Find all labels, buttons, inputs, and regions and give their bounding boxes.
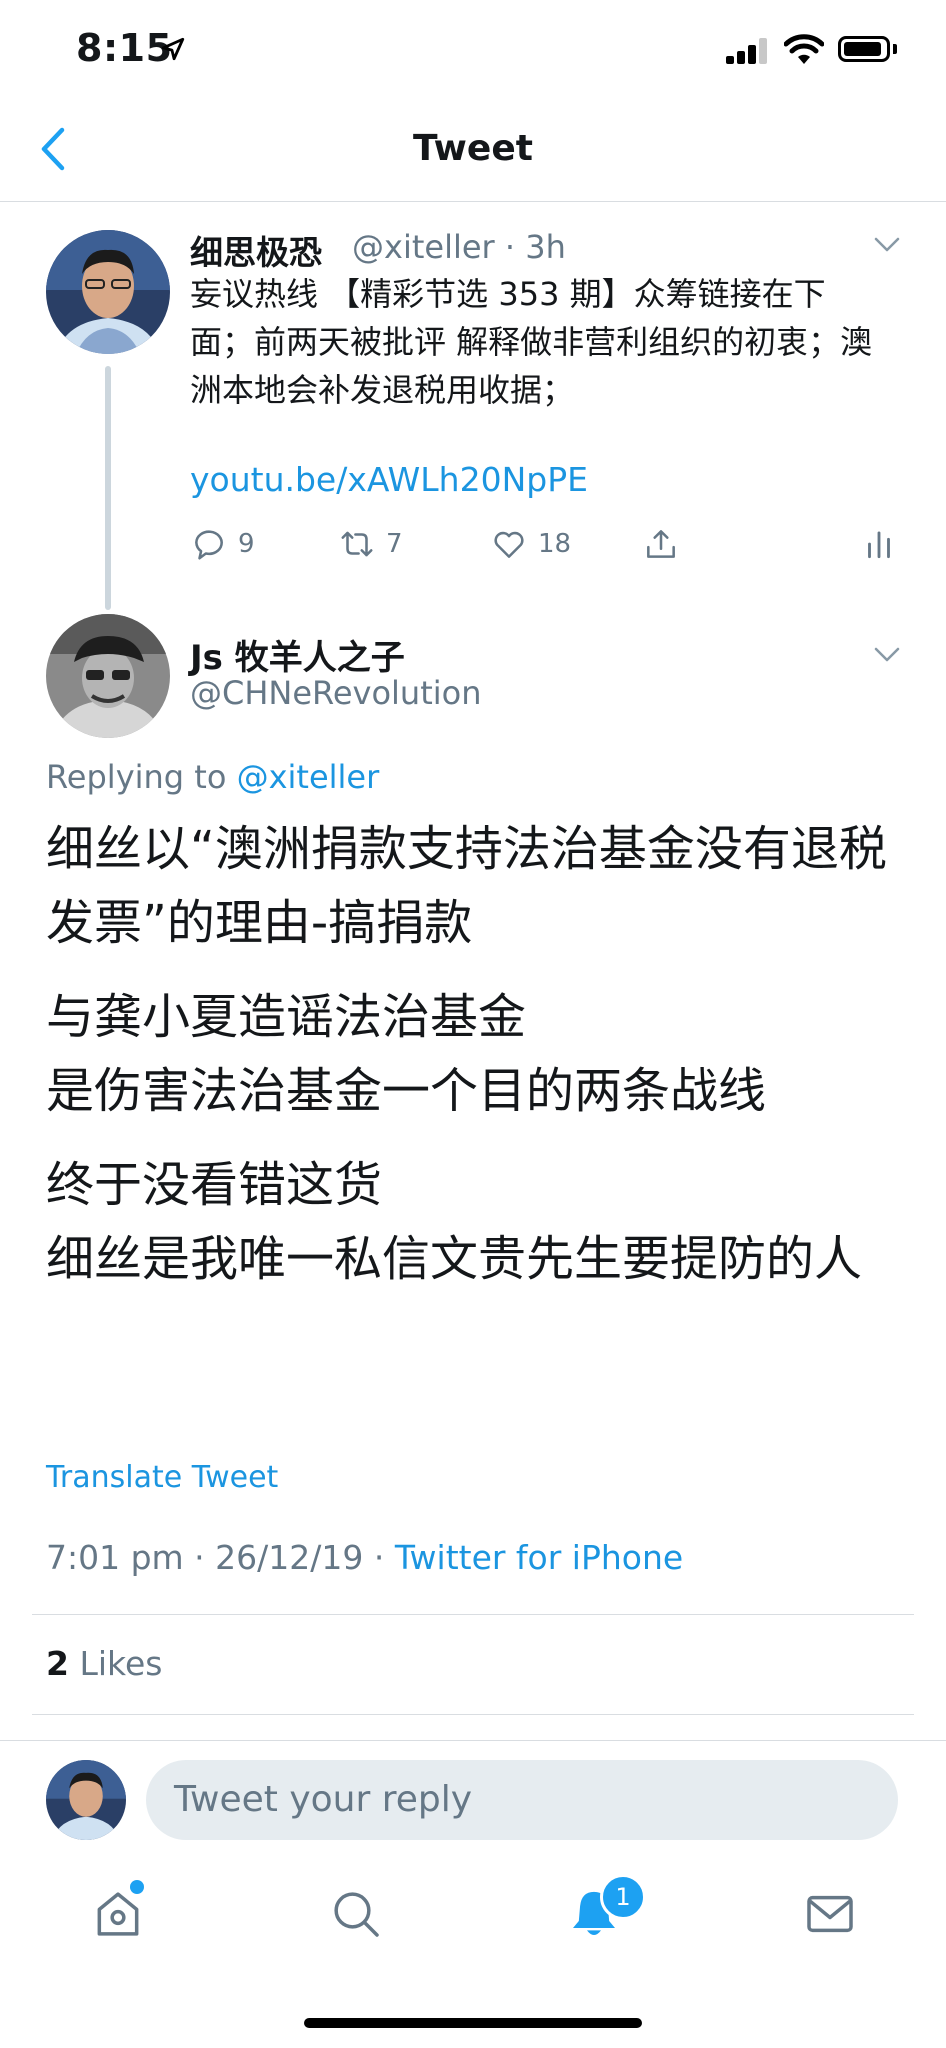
home-icon[interactable] xyxy=(90,1886,146,1942)
reply-icon xyxy=(195,530,223,560)
notification-badge: 1 xyxy=(600,1874,646,1920)
home-unread-dot xyxy=(130,1880,144,1894)
cellular-signal-icon xyxy=(726,38,767,64)
reply-count: 9 xyxy=(238,529,255,559)
parent-tweet-link[interactable]: youtu.be/xAWLh20NpPE xyxy=(190,460,588,499)
heart-icon xyxy=(494,531,524,558)
battery-tip xyxy=(893,44,897,54)
thread-line xyxy=(105,366,111,610)
like-action[interactable]: 18 xyxy=(490,522,571,566)
likes-count: 2 xyxy=(46,1644,69,1683)
parent-author-handle[interactable]: @xiteller · 3h xyxy=(352,228,566,266)
main-tweet-paragraph: 终于没看错这货 细丝是我唯一私信文贵先生要提防的人 xyxy=(46,1157,863,1287)
tweet-source-link[interactable]: Twitter for iPhone xyxy=(395,1538,683,1577)
retweet-count: 7 xyxy=(386,529,403,559)
reply-action[interactable]: 9 xyxy=(190,522,255,566)
like-count: 18 xyxy=(538,529,572,559)
main-author-handle[interactable]: @CHNeRevolution xyxy=(190,674,482,712)
home-indicator[interactable] xyxy=(304,2018,642,2028)
likes-divider xyxy=(32,1714,914,1715)
wifi-icon xyxy=(784,34,824,64)
status-time: 8:15 xyxy=(76,26,173,70)
main-author-name[interactable]: Js 牧羊人之子 xyxy=(190,630,405,679)
likes-summary[interactable]: 2 Likes xyxy=(46,1644,162,1683)
battery-icon xyxy=(838,36,890,62)
reply-input[interactable]: Tweet your reply xyxy=(146,1760,898,1840)
likes-label: Likes xyxy=(68,1644,163,1683)
parent-avatar[interactable] xyxy=(46,230,170,354)
tweet-timestamp: 7:01 pm · 26/12/19 · xyxy=(46,1538,395,1577)
analytics-action[interactable] xyxy=(860,522,898,566)
translate-tweet-link[interactable]: Translate Tweet xyxy=(46,1460,278,1495)
parent-author-name[interactable]: 细思极恐 xyxy=(190,226,322,274)
main-more-chevron-icon[interactable] xyxy=(874,646,900,664)
own-avatar[interactable] xyxy=(46,1760,126,1840)
meta-divider xyxy=(32,1614,914,1615)
nav-divider xyxy=(0,201,946,202)
retweet-icon xyxy=(341,531,373,557)
search-icon[interactable] xyxy=(328,1886,384,1942)
reply-bar-divider xyxy=(0,1740,946,1741)
share-icon xyxy=(647,530,675,558)
tweet-meta: 7:01 pm · 26/12/19 · Twitter for iPhone xyxy=(46,1538,683,1577)
location-arrow-icon xyxy=(161,37,185,61)
messages-icon[interactable] xyxy=(802,1886,858,1942)
share-action[interactable] xyxy=(642,522,680,566)
replying-to: Replying to @xiteller xyxy=(46,758,379,796)
main-avatar[interactable] xyxy=(46,614,170,738)
main-tweet-paragraph: 与龚小夏造谣法治基金 是伤害法治基金一个目的两条战线 xyxy=(46,989,767,1119)
retweet-action[interactable]: 7 xyxy=(338,522,403,566)
analytics-icon xyxy=(868,531,890,559)
main-tweet-paragraph: 细丝以“澳洲捐款支持法治基金没有退税发票”的理由-搞捐款 xyxy=(46,821,887,951)
replying-prefix: Replying to xyxy=(46,758,227,796)
parent-tweet-text: 妄议热线 【精彩节选 353 期】众筹链接在下面；前两天被批评 解释做非营利组织… xyxy=(190,275,873,409)
page-title: Tweet xyxy=(413,128,533,169)
parent-more-chevron-icon[interactable] xyxy=(874,236,900,254)
main-tweet-text: 细丝以“澳洲捐款支持法治基金没有退税发票”的理由-搞捐款 与龚小夏造谣法治基金 … xyxy=(46,812,916,1316)
replying-handle-link[interactable]: @xiteller xyxy=(237,758,380,796)
